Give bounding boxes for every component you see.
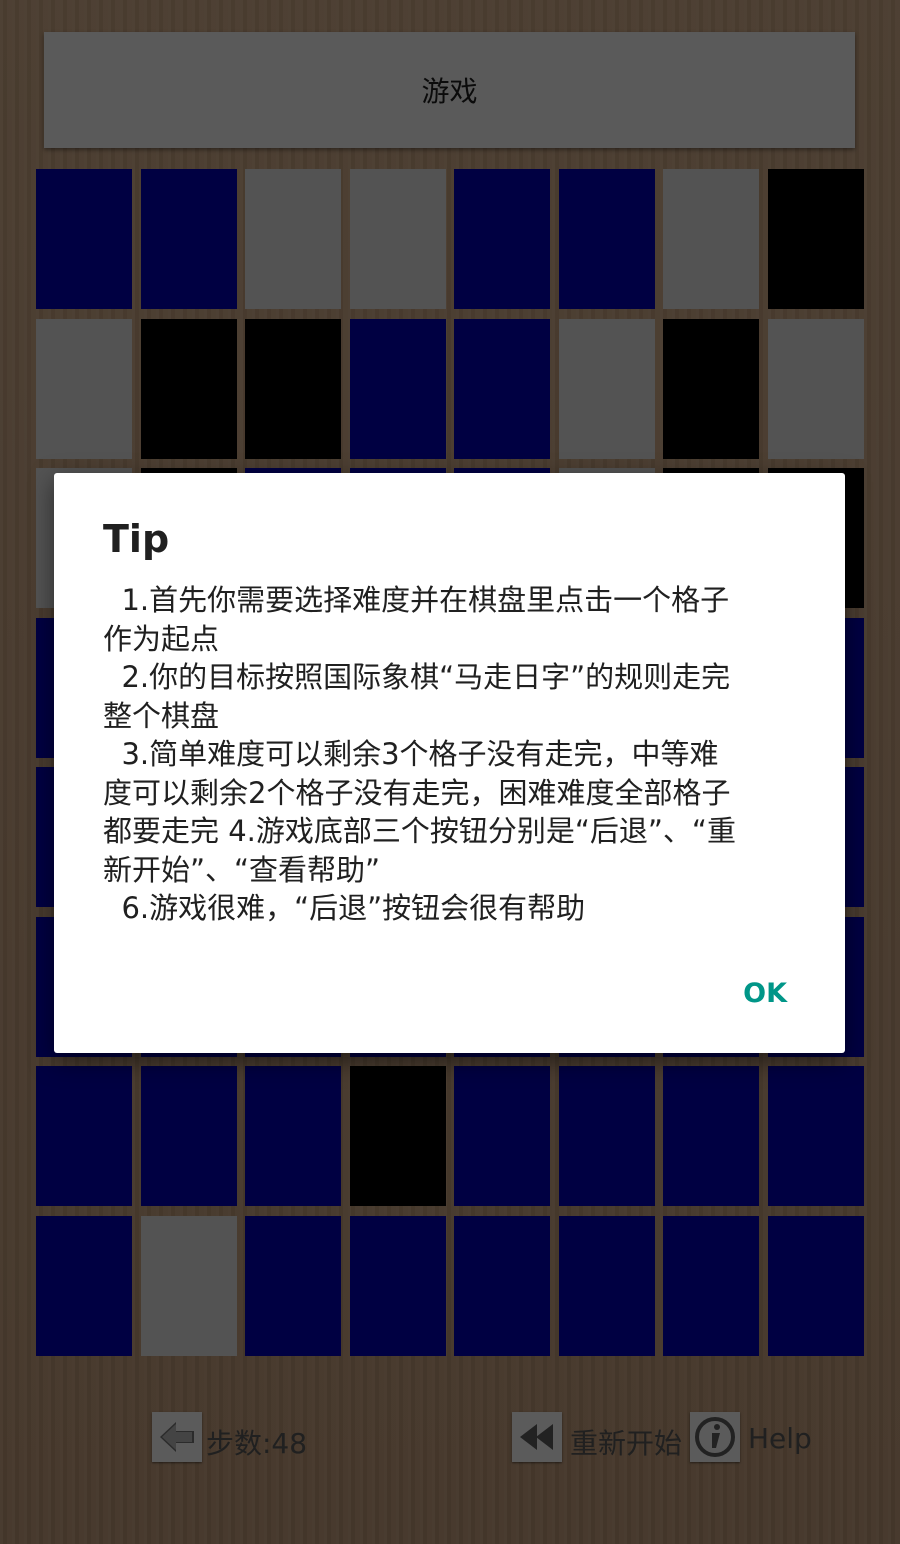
restart-label[interactable]: 重新开始 bbox=[570, 1422, 682, 1462]
left-arrow-icon bbox=[155, 1415, 199, 1459]
help-button[interactable] bbox=[690, 1412, 740, 1462]
restart-button[interactable] bbox=[512, 1412, 562, 1462]
dialog-line: 3.简单难度可以剩余3个格子没有走完，中等难 bbox=[103, 737, 719, 771]
dialog-line: 2.你的目标按照国际象棋“马走日字”的规则走完 bbox=[103, 660, 731, 694]
ok-button[interactable]: OK bbox=[743, 978, 787, 1009]
tip-dialog: Tip 1.首先你需要选择难度并在棋盘里点击一个格子 作为起点 2.你的目标按照国… bbox=[54, 473, 845, 1053]
back-button[interactable] bbox=[152, 1412, 202, 1462]
dialog-message: 1.首先你需要选择难度并在棋盘里点击一个格子 作为起点 2.你的目标按照国际象棋“… bbox=[103, 581, 803, 928]
dialog-line: 度可以剩余2个格子没有走完，困难难度全部格子 bbox=[103, 775, 731, 810]
info-icon bbox=[693, 1415, 737, 1459]
dialog-title: Tip bbox=[103, 517, 170, 561]
dialog-line: 6.游戏很难，“后退”按钮会很有帮助 bbox=[103, 891, 586, 925]
dialog-line: 新开始”、“查看帮助” bbox=[103, 852, 381, 887]
dialog-line: 整个棋盘 bbox=[103, 698, 220, 733]
dialog-line: 1.首先你需要选择难度并在棋盘里点击一个格子 bbox=[103, 583, 730, 617]
rewind-icon bbox=[515, 1415, 559, 1459]
step-count: 步数:48 bbox=[206, 1427, 308, 1460]
bottom-toolbar: 步数:48 重新开始 Help bbox=[0, 1410, 900, 1466]
dialog-line: 都要走完 4.游戏底部三个按钮分别是“后退”、“重 bbox=[103, 814, 736, 848]
dialog-line: 作为起点 bbox=[103, 621, 220, 656]
help-label[interactable]: Help bbox=[748, 1422, 812, 1455]
